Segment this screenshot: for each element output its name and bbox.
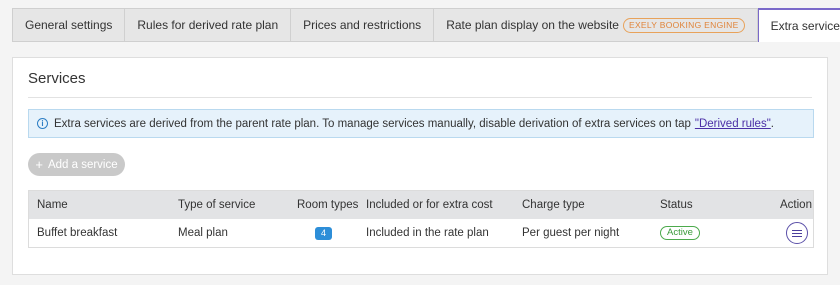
status-badge: Active bbox=[660, 226, 700, 240]
charge-type-cell: Per guest per night bbox=[522, 227, 620, 239]
included-cell: Included in the rate plan bbox=[366, 227, 489, 239]
service-type: Meal plan bbox=[178, 227, 228, 239]
info-banner: i Extra services are derived from the pa… bbox=[28, 109, 814, 138]
table-row[interactable]: Buffet breakfast Meal plan 4 Included in… bbox=[29, 219, 813, 247]
tab-label: Extra services bbox=[770, 19, 840, 33]
tab-bar: General settings Rules for derived rate … bbox=[12, 8, 840, 42]
info-text: Extra services are derived from the pare… bbox=[54, 117, 691, 130]
column-header-action: Action bbox=[780, 199, 812, 211]
column-header-status: Status bbox=[660, 199, 693, 211]
column-header-charge-type: Charge type bbox=[522, 199, 585, 211]
booking-engine-badge: EXELY BOOKING ENGINE bbox=[622, 17, 745, 33]
add-service-label: Add a service bbox=[47, 158, 118, 171]
table-header: Name Type of service Room types Included… bbox=[29, 191, 813, 219]
tab-prices-restrictions[interactable]: Prices and restrictions bbox=[291, 9, 435, 41]
column-header-type: Type of service bbox=[178, 199, 256, 211]
tab-general-settings[interactable]: General settings bbox=[13, 9, 126, 41]
tab-extra-services[interactable]: Extra services bbox=[757, 8, 840, 42]
tab-label: Rules for derived rate plan bbox=[137, 18, 279, 32]
derived-rules-link[interactable]: "Derived rules" bbox=[695, 118, 771, 130]
info-icon: i bbox=[37, 118, 48, 129]
plus-icon: + bbox=[35, 157, 43, 172]
services-table: Name Type of service Room types Included… bbox=[28, 190, 814, 248]
services-panel: Services i Extra services are derived fr… bbox=[12, 57, 828, 275]
add-service-button[interactable]: + Add a service bbox=[28, 153, 125, 176]
divider bbox=[28, 97, 812, 98]
column-header-name: Name bbox=[37, 199, 68, 211]
panel-title: Services bbox=[28, 70, 86, 87]
column-header-included: Included or for extra cost bbox=[366, 199, 493, 211]
tab-label: General settings bbox=[25, 18, 113, 32]
tab-website-display[interactable]: Rate plan display on the website EXELY B… bbox=[434, 9, 758, 41]
service-name: Buffet breakfast bbox=[37, 227, 118, 239]
menu-icon bbox=[792, 229, 802, 237]
info-suffix: . bbox=[770, 117, 774, 130]
tab-label: Prices and restrictions bbox=[303, 18, 422, 32]
room-types-cell: 4 bbox=[315, 219, 332, 247]
row-actions-button[interactable] bbox=[786, 222, 808, 244]
tab-label: Rate plan display on the website bbox=[446, 18, 619, 32]
column-header-room-types: Room types bbox=[297, 199, 359, 211]
tab-derived-rules[interactable]: Rules for derived rate plan bbox=[125, 9, 292, 41]
status-cell: Active bbox=[660, 219, 700, 247]
action-cell bbox=[786, 219, 808, 247]
room-types-count-badge[interactable]: 4 bbox=[315, 226, 332, 240]
